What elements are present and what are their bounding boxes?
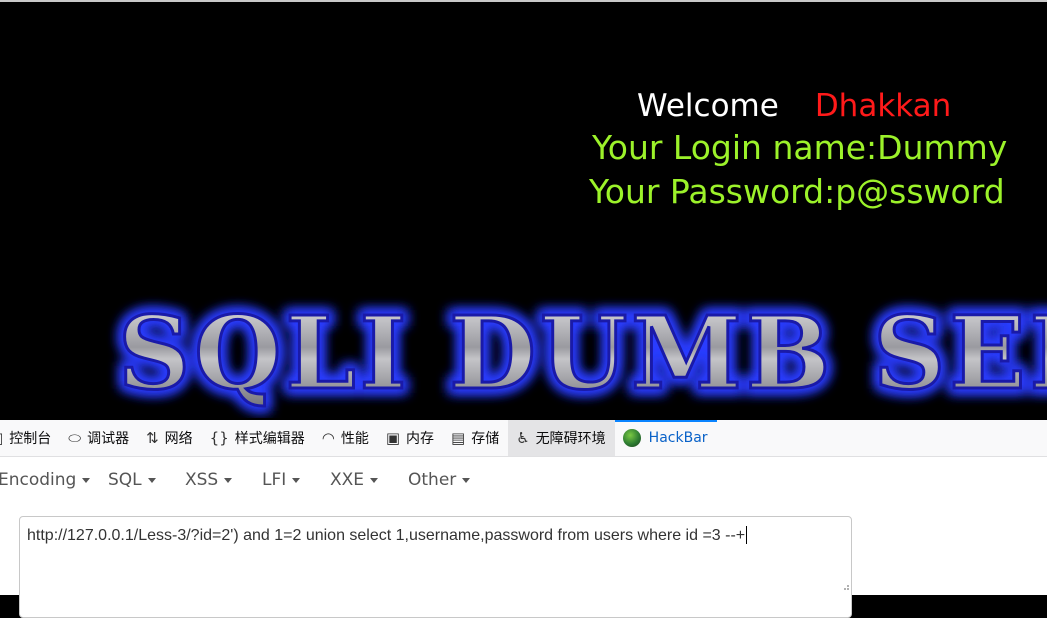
login-name-text: Your Login name:Dummy — [592, 128, 1008, 167]
tab-memory[interactable]: ▣ 内存 — [378, 420, 443, 456]
text-cursor — [746, 526, 748, 544]
tab-debugger[interactable]: ⬭ 调试器 — [60, 420, 138, 456]
hackbar-menu: Encoding SQL XSS LFI XXE Other — [0, 457, 1047, 504]
chevron-down-icon — [224, 477, 233, 483]
tab-accessibility[interactable]: ♿ 无障碍环境 — [508, 420, 615, 456]
console-icon: ▯ — [0, 429, 3, 447]
tab-network[interactable]: ⇅ 网络 — [138, 420, 202, 456]
tab-performance[interactable]: ◠ 性能 — [314, 420, 378, 456]
viewport-top-border — [0, 0, 1047, 2]
tab-console[interactable]: ▯ 控制台 — [0, 420, 60, 456]
password-text: Your Password:p@ssword — [589, 172, 1005, 211]
url-value[interactable]: http://127.0.0.1/Less-3/?id=2') and 1=2 … — [27, 527, 745, 544]
style-editor-icon: {} — [209, 429, 229, 447]
user-tag: Dhakkan — [814, 88, 952, 124]
page-viewport: Welcome Dhakkan Your Login name:Dummy You… — [0, 0, 1047, 420]
performance-icon: ◠ — [321, 429, 335, 447]
tab-style-editor[interactable]: {} 样式编辑器 — [202, 420, 314, 456]
storage-icon: ▤ — [451, 429, 466, 447]
chevron-down-icon — [292, 477, 301, 483]
accessibility-icon: ♿ — [516, 429, 530, 447]
devtools-tabbar: ▯ 控制台 ⬭ 调试器 ⇅ 网络 {} 样式编辑器 ◠ 性能 ▣ 内存 ▤ 存储… — [0, 420, 1047, 457]
menu-other[interactable]: Other — [408, 470, 471, 490]
menu-encoding[interactable]: Encoding — [0, 470, 91, 490]
chevron-down-icon — [147, 477, 156, 483]
chevron-down-icon — [462, 477, 471, 483]
tab-storage[interactable]: ▤ 存储 — [443, 420, 508, 456]
menu-lfi[interactable]: LFI — [262, 470, 301, 490]
hackbar-icon — [622, 429, 641, 447]
sqli-banner-image: SQLI DUMB SERIES SQLI DUMB SERIES — [0, 290, 1047, 418]
chevron-down-icon — [82, 477, 91, 483]
menu-sql[interactable]: SQL — [108, 470, 156, 490]
tab-hackbar[interactable]: HackBar — [614, 420, 717, 456]
svg-text:SQLI DUMB SERIES: SQLI DUMB SERIES — [118, 294, 1047, 412]
memory-icon: ▣ — [385, 429, 401, 447]
hackbar-url-area: http://127.0.0.1/Less-3/?id=2') and 1=2 … — [0, 503, 1047, 618]
url-textarea[interactable]: http://127.0.0.1/Less-3/?id=2') and 1=2 … — [19, 516, 852, 618]
menu-xss[interactable]: XSS — [185, 470, 233, 490]
resize-grip-icon[interactable] — [840, 584, 850, 594]
chevron-down-icon — [370, 477, 379, 483]
welcome-text: Welcome — [637, 88, 779, 124]
network-icon: ⇅ — [146, 429, 159, 447]
menu-xxe[interactable]: XXE — [330, 470, 379, 490]
welcome-line: Welcome Dhakkan — [637, 86, 951, 126]
debugger-icon: ⬭ — [68, 429, 82, 447]
